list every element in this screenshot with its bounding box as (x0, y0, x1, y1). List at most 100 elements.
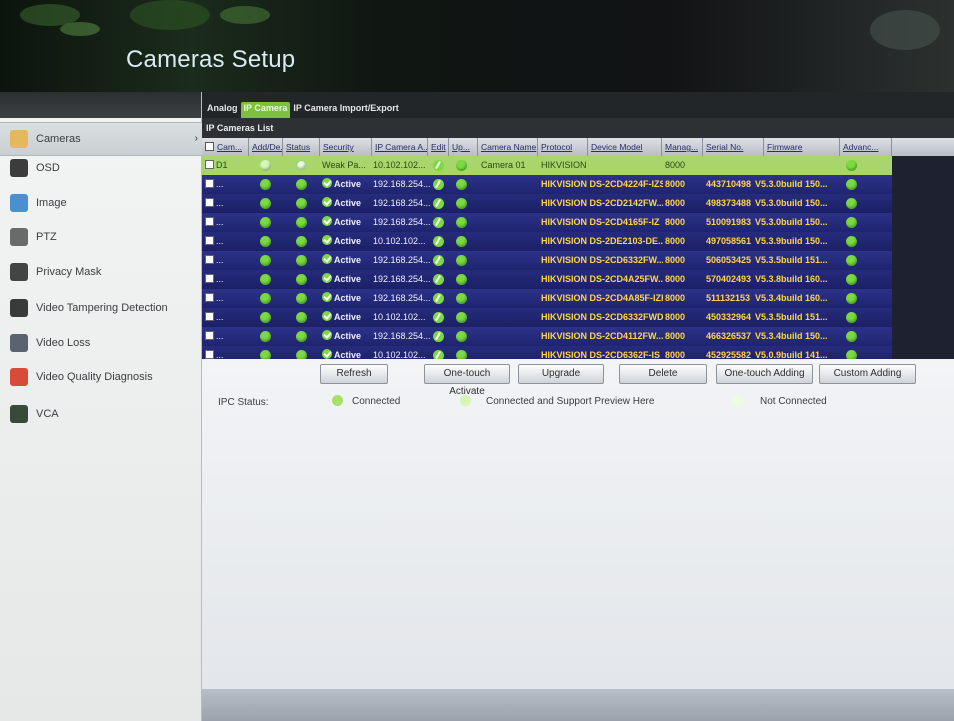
sidebar-item-privacy-mask[interactable]: Privacy Mask (0, 255, 202, 289)
advanced-icon[interactable] (846, 331, 857, 342)
column-header[interactable]: Edit (428, 138, 449, 156)
tab-ip-camera[interactable]: IP Camera (240, 102, 291, 118)
row-checkbox[interactable] (205, 331, 214, 340)
table-row[interactable]: ... Active 192.168.254... HIKVISION DS-2CD4… (202, 270, 892, 289)
add-delete-icon[interactable] (260, 179, 271, 190)
edit-icon[interactable] (433, 217, 444, 228)
edit-icon[interactable] (433, 198, 444, 209)
row-checkbox[interactable] (205, 160, 214, 169)
table-row[interactable]: ... Active 10.102.102... HIKVISION DS-2CD63… (202, 346, 892, 359)
column-header[interactable]: Device Model (588, 138, 662, 156)
table-row[interactable]: D1 Weak Pa... 10.102.102... Camera 01 HIKVIS… (202, 156, 892, 175)
table-row[interactable]: ... Active 192.168.254... HIKVISION DS-2CD6… (202, 251, 892, 270)
add-delete-icon[interactable] (260, 312, 271, 323)
edit-icon[interactable] (433, 274, 444, 285)
sidebar-item-osd[interactable]: OSD (0, 151, 202, 185)
column-header[interactable]: Up... (449, 138, 478, 156)
column-header[interactable]: Camera Name (478, 138, 538, 156)
delete-button[interactable]: Delete (619, 364, 707, 384)
advanced-icon[interactable] (846, 274, 857, 285)
edit-icon[interactable] (433, 255, 444, 266)
column-header[interactable]: Cam... (214, 138, 249, 156)
table-row[interactable]: ... Active 10.102.102... HIKVISION DS-2CD63… (202, 308, 892, 327)
table-row[interactable]: ... Active 192.168.254... HIKVISION DS-2CD4… (202, 175, 892, 194)
advanced-icon[interactable] (846, 217, 857, 228)
add-delete-icon[interactable] (260, 160, 271, 171)
select-all-checkbox[interactable] (205, 142, 214, 151)
column-header[interactable]: Manag... (662, 138, 703, 156)
column-header[interactable]: IP Camera A... (372, 138, 428, 156)
upgrade-icon[interactable] (456, 217, 467, 228)
upgrade-icon[interactable] (456, 350, 467, 359)
add-delete-icon[interactable] (260, 350, 271, 359)
column-header[interactable]: Protocol (538, 138, 588, 156)
add-delete-icon[interactable] (260, 217, 271, 228)
row-checkbox[interactable] (205, 274, 214, 283)
sidebar-item-ptz[interactable]: PTZ (0, 220, 202, 254)
sidebar-item-video-loss[interactable]: Video Loss (0, 326, 202, 360)
custom-adding-button[interactable]: Custom Adding (819, 364, 916, 384)
advanced-icon[interactable] (846, 160, 857, 171)
advanced-icon[interactable] (846, 293, 857, 304)
upgrade-icon[interactable] (456, 236, 467, 247)
upgrade-icon[interactable] (456, 255, 467, 266)
add-delete-icon[interactable] (260, 198, 271, 209)
upgrade-icon[interactable] (456, 274, 467, 285)
tab-analog[interactable]: Analog (204, 102, 241, 118)
upgrade-icon[interactable] (456, 160, 467, 171)
edit-icon[interactable] (433, 312, 444, 323)
edit-icon[interactable] (433, 331, 444, 342)
row-checkbox[interactable] (205, 293, 214, 302)
sidebar-item-video-quality-diagnosis[interactable]: Video Quality Diagnosis (0, 360, 202, 394)
edit-icon[interactable] (433, 160, 444, 171)
upgrade-button[interactable]: Upgrade (518, 364, 604, 384)
add-delete-icon[interactable] (260, 331, 271, 342)
row-checkbox[interactable] (205, 217, 214, 226)
edit-icon[interactable] (433, 236, 444, 247)
row-checkbox[interactable] (205, 236, 214, 245)
upgrade-icon[interactable] (456, 198, 467, 209)
row-checkbox[interactable] (205, 312, 214, 321)
table-row[interactable]: ... Active 192.168.254... HIKVISION DS-2CD4… (202, 289, 892, 308)
table-row[interactable]: ... Active 192.168.254... HIKVISION DS-2CD4… (202, 213, 892, 232)
column-header[interactable]: Status (283, 138, 320, 156)
upgrade-icon[interactable] (456, 293, 467, 304)
column-header[interactable]: Add/De... (249, 138, 283, 156)
one-touch-adding-button[interactable]: One-touch Adding (716, 364, 813, 384)
advanced-icon[interactable] (846, 179, 857, 190)
add-delete-icon[interactable] (260, 255, 271, 266)
column-header[interactable]: Advanc... (840, 138, 892, 156)
table-row[interactable]: ... Active 192.168.254... HIKVISION DS-2CD4… (202, 327, 892, 346)
refresh-button[interactable]: Refresh (320, 364, 388, 384)
advanced-icon[interactable] (846, 350, 857, 359)
protocol: HIKVISION DS-2CD4224F-IZS (541, 175, 663, 194)
advanced-icon[interactable] (846, 198, 857, 209)
row-checkbox[interactable] (205, 350, 214, 359)
advanced-icon[interactable] (846, 255, 857, 266)
upgrade-icon[interactable] (456, 179, 467, 190)
column-header[interactable]: Firmware (764, 138, 840, 156)
sidebar-item-video-tampering-detection[interactable]: Video Tampering Detection (0, 291, 202, 325)
upgrade-icon[interactable] (456, 331, 467, 342)
table-row[interactable]: ... Active 192.168.254... HIKVISION DS-2CD2… (202, 194, 892, 213)
row-checkbox[interactable] (205, 198, 214, 207)
one-touch-activate-button[interactable]: One-touch Activate (424, 364, 510, 397)
tab-ip-camera-import-export[interactable]: IP Camera Import/Export (290, 102, 401, 118)
row-checkbox[interactable] (205, 179, 214, 188)
advanced-icon[interactable] (846, 236, 857, 247)
row-checkbox[interactable] (205, 255, 214, 264)
column-header[interactable]: Serial No. (703, 138, 764, 156)
edit-icon[interactable] (433, 350, 444, 359)
edit-icon[interactable] (433, 179, 444, 190)
column-header[interactable]: Security (320, 138, 372, 156)
sidebar-item-image[interactable]: Image (0, 186, 202, 220)
table-row[interactable]: ... Active 10.102.102... HIKVISION DS-2DE21… (202, 232, 892, 251)
security-status: Weak Pa... (322, 156, 366, 175)
upgrade-icon[interactable] (456, 312, 467, 323)
add-delete-icon[interactable] (260, 274, 271, 285)
add-delete-icon[interactable] (260, 236, 271, 247)
add-delete-icon[interactable] (260, 293, 271, 304)
sidebar-item-vca[interactable]: VCA (0, 397, 202, 431)
edit-icon[interactable] (433, 293, 444, 304)
advanced-icon[interactable] (846, 312, 857, 323)
